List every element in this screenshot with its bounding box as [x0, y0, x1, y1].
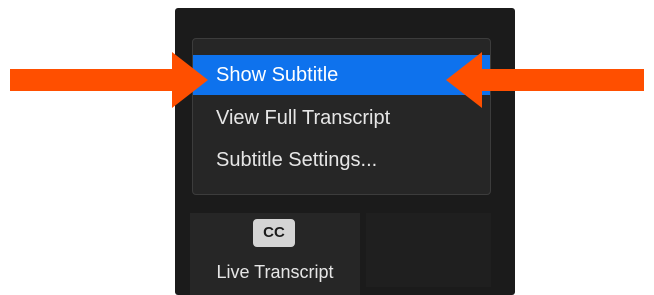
- menu-item-subtitle-settings[interactable]: Subtitle Settings...: [193, 140, 490, 180]
- cc-icon: CC: [253, 219, 295, 247]
- toolbar-button-placeholder: [366, 213, 491, 287]
- arrow-right-icon: [10, 52, 208, 108]
- live-transcript-label: Live Transcript: [216, 262, 334, 282]
- arrow-left-icon: [446, 52, 644, 108]
